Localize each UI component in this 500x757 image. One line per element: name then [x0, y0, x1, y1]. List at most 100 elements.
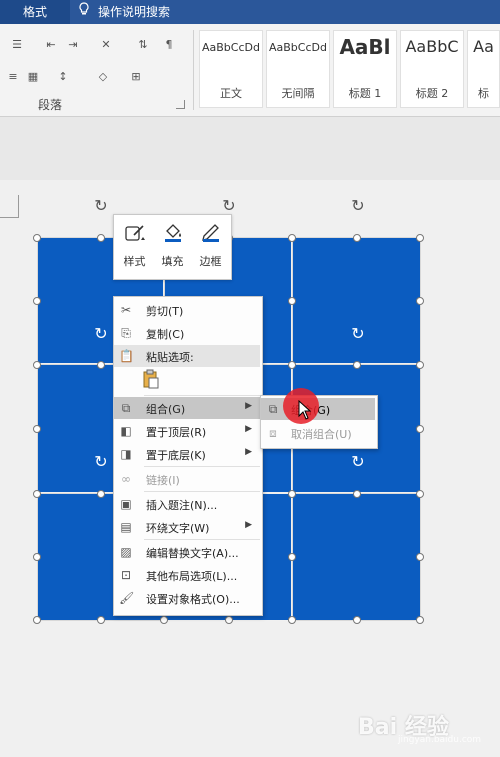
resize-handle[interactable]	[97, 234, 105, 242]
menu-label: 复制(C)	[146, 328, 185, 341]
menu-label: 其他布局选项(L)...	[146, 570, 238, 583]
resize-handle[interactable]	[353, 234, 361, 242]
sort-icon[interactable]: ⇅	[134, 34, 152, 54]
resize-handle[interactable]	[353, 616, 361, 624]
resize-handle[interactable]	[225, 616, 233, 624]
resize-handle[interactable]	[33, 490, 41, 498]
mouse-pointer-icon	[298, 400, 312, 420]
menu-item-copy[interactable]: ⎘ 复制(C)	[114, 322, 260, 344]
resize-handle[interactable]	[288, 234, 296, 242]
menu-item-format-object[interactable]: 🖌 设置对象格式(O)...	[114, 587, 260, 609]
menu-label: 环绕文字(W)	[146, 522, 210, 535]
resize-handle[interactable]	[416, 361, 424, 369]
rotate-handle-icon[interactable]: ↻	[92, 453, 110, 471]
resize-handle[interactable]	[33, 297, 41, 305]
paste-keep-format-button[interactable]	[142, 369, 162, 391]
scissors-icon: ✂	[120, 303, 132, 317]
style-normal[interactable]: AaBbCcDd 正文	[199, 30, 263, 108]
resize-handle[interactable]	[288, 361, 296, 369]
paste-icon	[143, 369, 159, 389]
tell-me-search[interactable]: 操作说明搜索	[78, 0, 170, 24]
menu-label: 粘贴选项:	[146, 351, 194, 364]
menu-item-edit-alt-text[interactable]: ▨ 编辑替换文字(A)...	[114, 541, 260, 563]
menu-label: 设置对象格式(O)...	[146, 593, 240, 606]
tab-format[interactable]: 格式	[0, 0, 70, 24]
rotate-handle-icon[interactable]: ↻	[92, 197, 110, 215]
resize-handle[interactable]	[97, 616, 105, 624]
line-spacing-icon[interactable]: ↕	[52, 66, 74, 86]
style-heading-1[interactable]: AaBl 标题 1	[333, 30, 397, 108]
paint-bucket-icon	[165, 224, 181, 242]
group-submenu: ⧉ 组合(G) ⧈ 取消组合(U)	[260, 395, 378, 449]
rotate-handle-icon[interactable]: ↻	[92, 325, 110, 343]
resize-handle[interactable]	[416, 490, 424, 498]
mini-toolbar: 样式 填充 边框	[113, 214, 232, 280]
resize-handle[interactable]	[416, 553, 424, 561]
style-button[interactable]: 样式	[116, 215, 153, 279]
menu-label: 插入题注(N)...	[146, 499, 218, 512]
style-sample: AaBbC	[405, 37, 459, 56]
caption-icon: ▣	[120, 497, 132, 511]
format-object-icon: 🖌	[119, 591, 135, 605]
fill-label: 填充	[161, 255, 184, 268]
multilevel-list-icon[interactable]: ☰	[6, 34, 28, 54]
submenu-arrow-icon: ▶	[245, 424, 252, 434]
menu-label: 置于顶层(R)	[146, 426, 207, 439]
menu-item-cut[interactable]: ✂ 剪切(T)	[114, 299, 260, 321]
menu-item-bring-to-front[interactable]: ◧ 置于顶层(R) ▶	[114, 420, 260, 442]
rotate-handle-icon[interactable]: ↻	[349, 325, 367, 343]
show-marks-icon[interactable]: ¶	[160, 34, 178, 54]
style-no-spacing[interactable]: AaBbCcDd 无间隔	[266, 30, 330, 108]
menu-item-more-layout[interactable]: ⊡ 其他布局选项(L)...	[114, 564, 260, 586]
resize-handle[interactable]	[353, 490, 361, 498]
style-name: 标题 2	[415, 87, 449, 100]
dialog-launcher-icon[interactable]	[176, 100, 185, 109]
borders-icon[interactable]: ⊞	[124, 66, 148, 86]
distributed-icon[interactable]: ▦	[24, 66, 42, 86]
shape-style-icon	[125, 225, 145, 241]
increase-indent-icon[interactable]: ⇥	[62, 34, 84, 54]
shading-icon[interactable]: ◇	[92, 66, 114, 86]
style-heading-2[interactable]: AaBbC 标题 2	[400, 30, 464, 108]
selection-outline	[292, 237, 421, 365]
resize-handle[interactable]	[288, 297, 296, 305]
rotate-handle-icon[interactable]: ↻	[220, 197, 238, 215]
resize-handle[interactable]	[33, 425, 41, 433]
outline-button[interactable]: 边框	[192, 215, 229, 279]
menu-label: 组合(G)	[146, 403, 186, 416]
resize-handle[interactable]	[97, 490, 105, 498]
resize-handle[interactable]	[416, 616, 424, 624]
resize-handle[interactable]	[288, 490, 296, 498]
resize-handle[interactable]	[33, 361, 41, 369]
menu-label: 取消组合(U)	[291, 428, 352, 441]
selection-outline	[292, 493, 421, 621]
resize-handle[interactable]	[353, 361, 361, 369]
outline-label: 边框	[199, 255, 222, 268]
link-icon: ∞	[121, 472, 131, 486]
chinese-layout-icon[interactable]: ✕	[94, 34, 118, 54]
resize-handle[interactable]	[160, 616, 168, 624]
resize-handle[interactable]	[416, 297, 424, 305]
submenu-arrow-icon: ▶	[245, 401, 252, 411]
resize-handle[interactable]	[33, 553, 41, 561]
rotate-handle-icon[interactable]: ↻	[349, 453, 367, 471]
rotate-handle-icon[interactable]: ↻	[349, 197, 367, 215]
menu-item-wrap-text[interactable]: ▤ 环绕文字(W) ▶	[114, 516, 260, 538]
resize-handle[interactable]	[33, 234, 41, 242]
resize-handle[interactable]	[288, 616, 296, 624]
fill-button[interactable]: 填充	[154, 215, 191, 279]
justify-icon[interactable]: ≡	[4, 66, 22, 86]
style-title[interactable]: Aa 标	[467, 30, 500, 108]
resize-handle[interactable]	[288, 553, 296, 561]
style-sample: AaBbCcDd	[202, 41, 260, 54]
resize-handle[interactable]	[97, 361, 105, 369]
resize-handle[interactable]	[416, 425, 424, 433]
ribbon: ☰ ⇤ ⇥ ✕ ⇅ ¶ ≡ ▦ ↕ ◇ ⊞ 段落 AaBbCcDd 正文 AaB…	[0, 24, 500, 117]
menu-item-send-to-back[interactable]: ◨ 置于底层(K) ▶	[114, 443, 260, 465]
resize-handle[interactable]	[416, 234, 424, 242]
menu-item-group[interactable]: ⧉ 组合(G) ▶	[114, 397, 260, 419]
style-sample: AaBbCcDd	[269, 41, 327, 54]
menu-item-insert-caption[interactable]: ▣ 插入题注(N)...	[114, 493, 260, 515]
decrease-indent-icon[interactable]: ⇤	[40, 34, 62, 54]
resize-handle[interactable]	[33, 616, 41, 624]
